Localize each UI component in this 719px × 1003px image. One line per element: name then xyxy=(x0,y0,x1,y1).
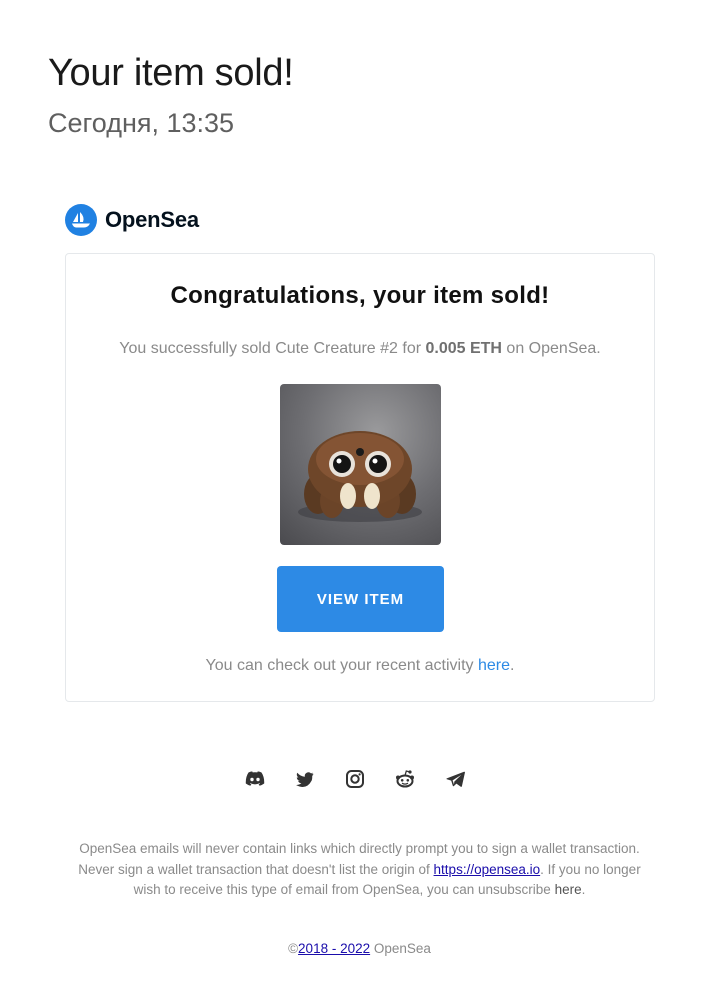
sale-price: 0.005 ETH xyxy=(425,340,502,357)
instagram-icon[interactable] xyxy=(344,768,366,790)
activity-link[interactable]: here xyxy=(478,657,510,674)
sale-suffix: on OpenSea. xyxy=(501,340,601,357)
opensea-ship-icon xyxy=(65,204,97,236)
card-title: Congratulations, your item sold! xyxy=(170,282,550,309)
reddit-icon[interactable] xyxy=(394,768,416,790)
copyright-owner: OpenSea xyxy=(370,941,431,956)
footer-disclaimer: OpenSea emails will never contain links … xyxy=(50,839,669,901)
activity-suffix: . xyxy=(510,657,515,674)
copyright: ©2018 - 2022 OpenSea xyxy=(0,941,719,956)
opensea-wordmark: OpenSea xyxy=(105,207,199,232)
activity-prefix: You can check out your recent activity xyxy=(205,657,478,674)
footer-line-2-prefix: Never sign a wallet transaction that doe… xyxy=(78,861,434,877)
opensea-logo[interactable]: OpenSea xyxy=(65,204,199,236)
footer-line-1: OpenSea emails will never contain links … xyxy=(79,841,640,856)
social-links xyxy=(244,768,466,790)
view-item-button[interactable]: VIEW ITEM xyxy=(277,566,444,632)
footer-line-3-suffix: . xyxy=(581,882,586,897)
email-date: Сегодня, 13:35 xyxy=(48,108,235,138)
footer-line-3-prefix: wish to receive this type of email from … xyxy=(133,882,555,897)
footer-line-2: Never sign a wallet transaction that doe… xyxy=(50,860,669,881)
opensea-url-link[interactable]: https://opensea.io xyxy=(434,862,541,877)
discord-icon[interactable] xyxy=(244,768,266,790)
sale-prefix: You successfully sold Cute Creature #2 f… xyxy=(119,340,426,357)
unsubscribe-link[interactable]: here xyxy=(555,882,582,897)
copyright-symbol: © xyxy=(288,941,299,956)
sale-card: Congratulations, your item sold! You suc… xyxy=(65,253,655,702)
telegram-icon[interactable] xyxy=(444,768,466,790)
activity-message: You can check out your recent activity h… xyxy=(66,657,654,675)
email-subject: Your item sold! xyxy=(48,52,294,94)
nft-image[interactable] xyxy=(280,384,441,545)
footer-line-3: wish to receive this type of email from … xyxy=(50,880,669,901)
footer-line-2-suffix: . If you no longer xyxy=(540,861,641,877)
copyright-years-link[interactable]: 2018 - 2022 xyxy=(298,941,370,956)
twitter-icon[interactable] xyxy=(294,768,316,790)
sale-message: You successfully sold Cute Creature #2 f… xyxy=(66,340,654,358)
